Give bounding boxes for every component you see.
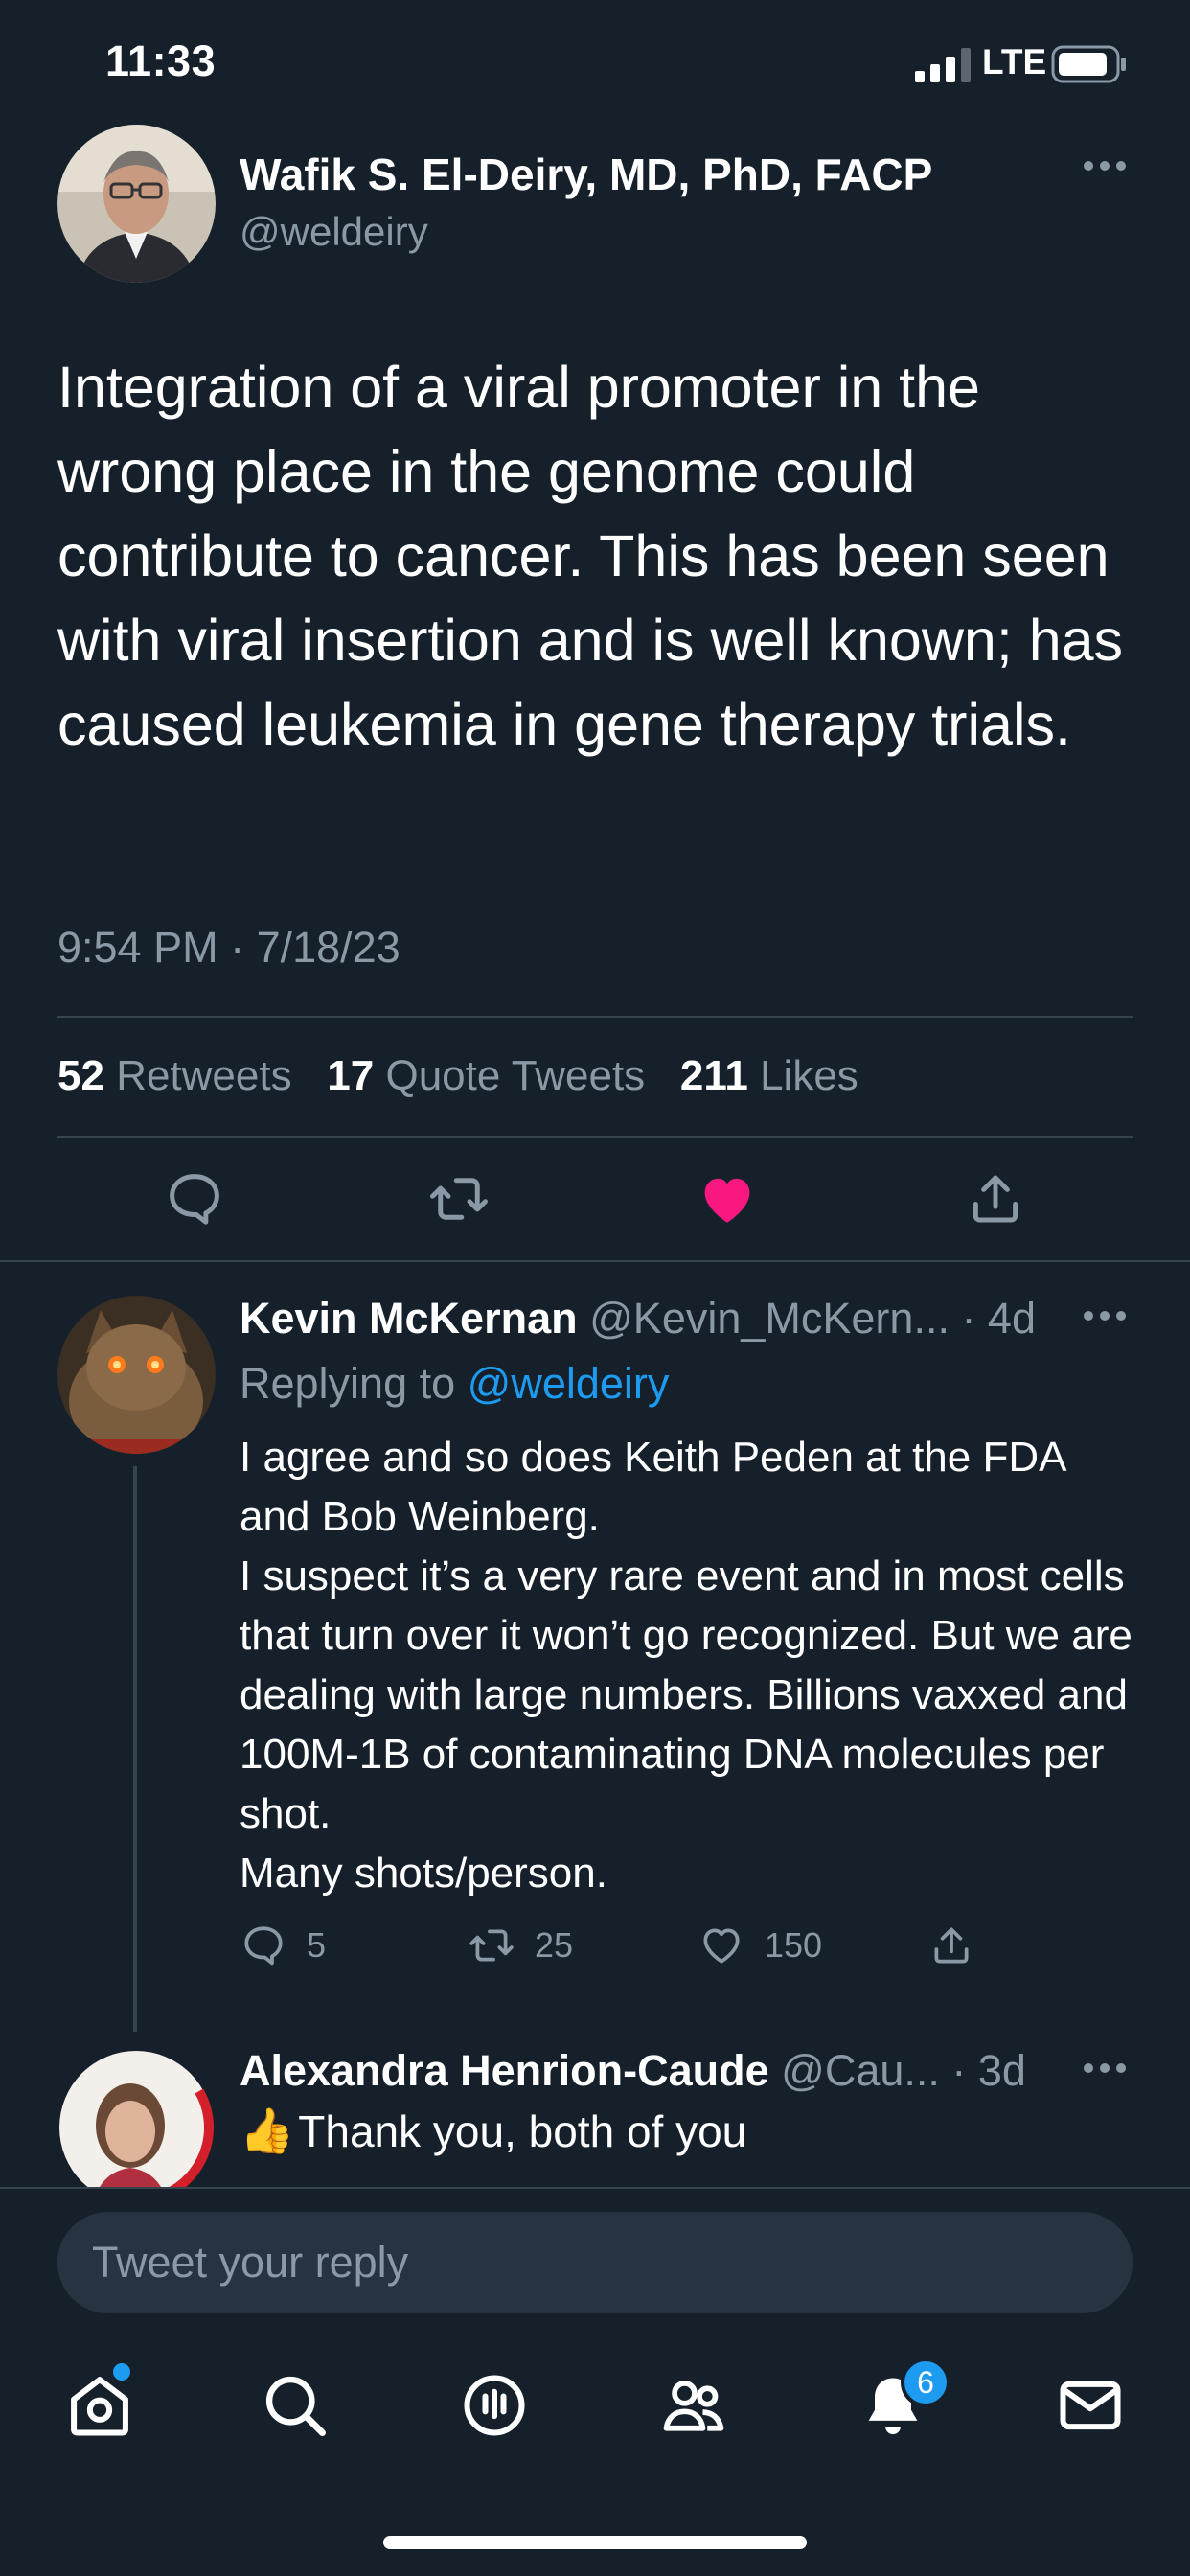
heart-outline-icon[interactable] (698, 1921, 745, 1969)
reply-avatar[interactable] (57, 1296, 216, 1454)
reply-text: 👍 Thank you, both of you (240, 2104, 746, 2157)
signal-icon (915, 48, 971, 82)
search-icon[interactable] (259, 2369, 332, 2442)
notification-badge: 6 (901, 2358, 950, 2407)
quotes-count[interactable]: 17 (327, 1052, 374, 1099)
retweet-icon[interactable] (427, 1167, 491, 1230)
reply-avatar[interactable] (57, 2049, 216, 2207)
divider (57, 1016, 1133, 1018)
spaces-icon[interactable] (458, 2369, 531, 2442)
replying-to-label: Replying to (240, 1359, 456, 1408)
home-icon[interactable] (63, 2369, 136, 2442)
reply-text-body: Thank you, both of you (298, 2105, 747, 2156)
like-action[interactable]: 150 (698, 1921, 822, 1969)
reply-action[interactable]: 5 (240, 1921, 326, 1969)
reply-text: I agree and so does Keith Peden at the F… (240, 1434, 1133, 1897)
retweet-action[interactable]: 25 (468, 1921, 573, 1969)
heart-icon[interactable] (696, 1167, 759, 1230)
divider (0, 1260, 1190, 1262)
reply-input[interactable]: Tweet your reply (57, 2212, 1133, 2313)
more-options-icon[interactable] (1081, 151, 1129, 180)
retweet-icon[interactable] (468, 1921, 515, 1969)
more-options-icon[interactable] (1081, 1301, 1129, 1330)
reply-header: Kevin McKernan @Kevin_McKern... · 4d (240, 1294, 1036, 1344)
reply-header: Alexandra Henrion-Caude @Cau... · 3d (240, 2046, 1026, 2096)
quotes-label[interactable]: Quote Tweets (385, 1052, 645, 1099)
share-icon[interactable] (964, 1167, 1027, 1230)
home-unread-dot (113, 2363, 130, 2380)
tweet-text: Integration of a viral promoter in the w… (57, 355, 1124, 757)
tweet-stats: 52 Retweets 17 Quote Tweets 211 Likes (57, 1052, 858, 1100)
thumbs-up-emoji: 👍 (240, 2105, 295, 2155)
reply-icon[interactable] (163, 1167, 226, 1230)
home-indicator[interactable] (383, 2536, 807, 2549)
status-time: 11:33 (105, 36, 217, 85)
thread-line (133, 1466, 137, 2032)
replying-to: Replying to @weldeiry (240, 1359, 669, 1409)
network-type: LTE (982, 42, 1047, 81)
share-action[interactable] (927, 1921, 995, 1969)
reply-icon[interactable] (240, 1921, 287, 1969)
retweet-count: 25 (535, 1925, 574, 1965)
author-handle[interactable]: @weldeiry (240, 209, 428, 255)
battery-icon (1051, 45, 1126, 83)
replying-to-handle[interactable]: @weldeiry (468, 1359, 670, 1408)
retweets-label[interactable]: Retweets (116, 1052, 291, 1099)
share-icon[interactable] (927, 1921, 975, 1969)
author-avatar[interactable] (57, 125, 216, 283)
tweet-timestamp: 9:54 PM · 7/18/23 (57, 923, 400, 972)
retweets-count[interactable]: 52 (57, 1052, 104, 1099)
likes-count[interactable]: 211 (680, 1052, 748, 1099)
reply-author-name[interactable]: Alexandra Henrion-Caude (240, 2046, 769, 2095)
reply-handle-time[interactable]: @Cau... · 3d (781, 2046, 1026, 2095)
divider (57, 1136, 1133, 1138)
likes-label[interactable]: Likes (760, 1052, 858, 1099)
reply-count: 5 (307, 1925, 327, 1965)
communities-icon[interactable] (657, 2369, 730, 2442)
author-name[interactable]: Wafik S. El-Deiry, MD, PhD, FACP (240, 149, 932, 200)
reply-handle-time[interactable]: @Kevin_McKern... · 4d (589, 1294, 1036, 1343)
like-count: 150 (765, 1925, 823, 1965)
more-options-icon[interactable] (1081, 2054, 1129, 2082)
messages-icon[interactable] (1054, 2369, 1127, 2442)
reply-author-name[interactable]: Kevin McKernan (240, 1294, 578, 1343)
